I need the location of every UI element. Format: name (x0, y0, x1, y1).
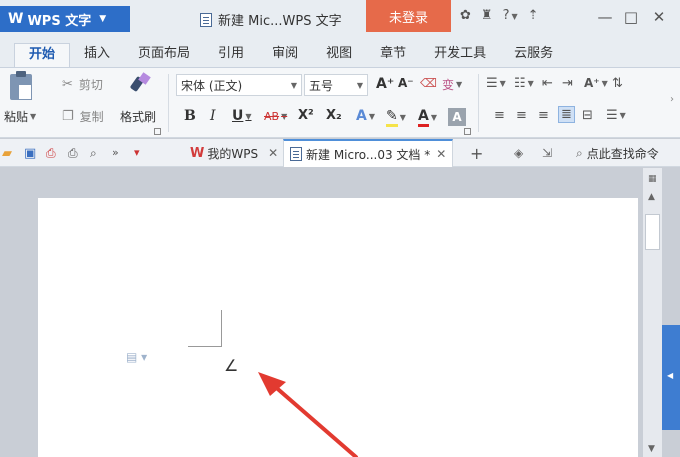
scroll-down-icon[interactable]: ▼ (648, 444, 655, 454)
scroll-options-icon[interactable]: ▦ (648, 174, 657, 184)
scroll-up-icon[interactable]: ▲ (648, 192, 655, 202)
side-panel-toggle[interactable]: ◀ (662, 325, 680, 430)
arrow-shaft (270, 382, 358, 457)
annotation-arrow (258, 372, 358, 457)
chevron-left-icon: ◀ (667, 371, 674, 380)
vertical-scrollbar[interactable]: ▦ ▲ ▼ (643, 168, 662, 457)
scroll-thumb[interactable] (645, 214, 660, 250)
